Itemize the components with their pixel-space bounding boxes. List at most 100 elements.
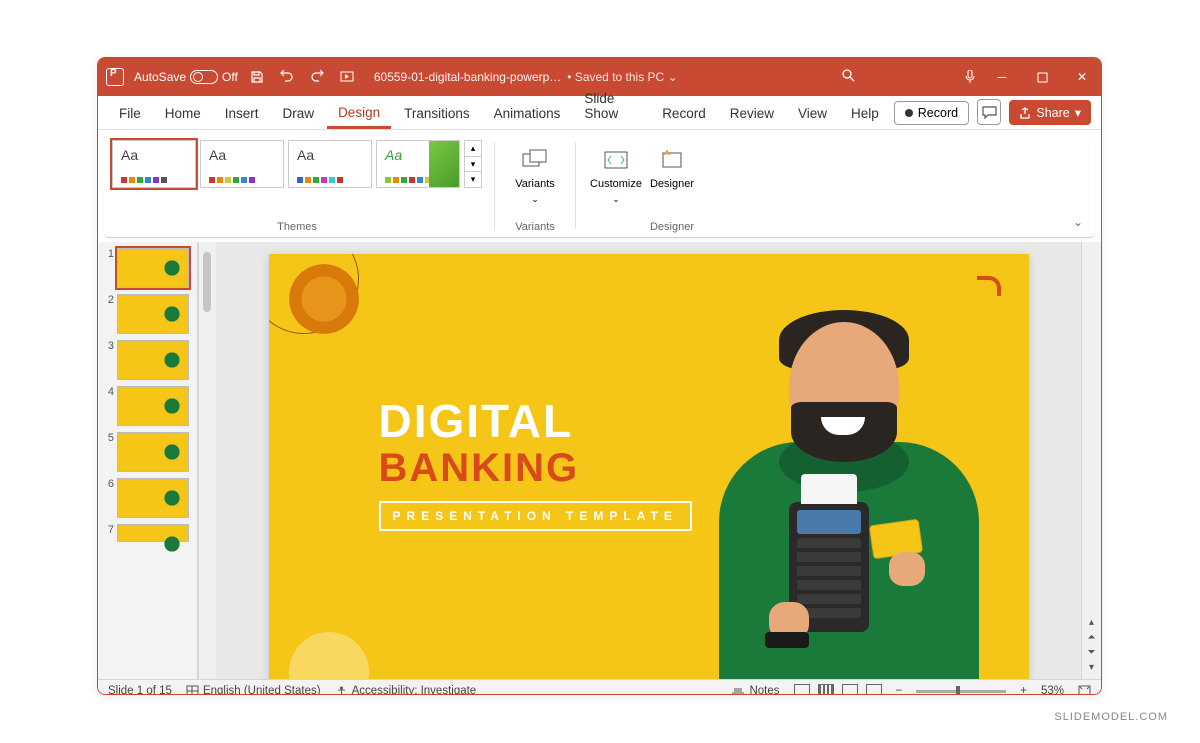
statusbar: Slide 1 of 15 English (United States) Ac… bbox=[98, 679, 1101, 695]
share-icon bbox=[1019, 107, 1031, 119]
reading-view-button[interactable] bbox=[842, 684, 858, 695]
thumb-num-4: 4 bbox=[102, 386, 114, 398]
decoration-yellow-circle bbox=[289, 632, 369, 679]
autosave-toggle[interactable]: AutoSave Off bbox=[134, 70, 238, 84]
thumb-num-1: 1 bbox=[102, 248, 114, 260]
thumb-num-2: 2 bbox=[102, 294, 114, 306]
notes-button[interactable]: Notes bbox=[731, 685, 779, 695]
search-button[interactable] bbox=[841, 68, 859, 86]
comments-button[interactable] bbox=[977, 99, 1001, 125]
language-status[interactable]: English (United States) bbox=[186, 685, 321, 696]
slide-thumb-2[interactable] bbox=[117, 294, 189, 334]
save-status[interactable]: • Saved to this PC ⌄ bbox=[567, 70, 677, 84]
mic-button[interactable] bbox=[959, 66, 981, 88]
start-from-beginning-button[interactable] bbox=[338, 68, 356, 86]
tab-transitions[interactable]: Transitions bbox=[393, 100, 481, 129]
autosave-state: Off bbox=[222, 70, 238, 84]
variants-icon bbox=[521, 146, 549, 174]
normal-view-button[interactable] bbox=[794, 684, 810, 695]
slide-title-block: DIGITAL BANKING PRESENTATION TEMPLATE bbox=[379, 394, 692, 531]
autosave-label: AutoSave bbox=[134, 70, 186, 84]
chevron-down-icon: ⌄ bbox=[668, 70, 678, 84]
slide-counter[interactable]: Slide 1 of 15 bbox=[108, 685, 172, 695]
next-slide-double-button[interactable]: ⏷ bbox=[1088, 647, 1096, 658]
slide-thumb-6[interactable] bbox=[117, 478, 189, 518]
zoom-in-button[interactable]: + bbox=[1020, 685, 1027, 695]
themes-group: Aa Aa Aa Aa ▴ ▾ ▾ Themes bbox=[104, 134, 490, 237]
variants-button[interactable]: Variants⌄ bbox=[507, 140, 563, 205]
ribbon-design: Aa Aa Aa Aa ▴ ▾ ▾ Themes Variants⌄ Varia… bbox=[104, 134, 1095, 238]
theme-thumb-4[interactable]: Aa bbox=[376, 140, 460, 188]
tab-slideshow[interactable]: Slide Show bbox=[573, 85, 649, 129]
maximize-button[interactable] bbox=[1031, 66, 1053, 88]
workspace: 1 2 3 4 5 6 7 DIGITAL BANKING PRESENTATI… bbox=[98, 242, 1101, 679]
zoom-slider[interactable] bbox=[916, 690, 1006, 693]
zoom-out-button[interactable]: − bbox=[896, 685, 903, 695]
undo-button[interactable] bbox=[278, 68, 296, 86]
slide-thumb-1[interactable] bbox=[117, 248, 189, 288]
tab-record[interactable]: Record bbox=[651, 100, 717, 129]
decoration-corner-mark bbox=[977, 276, 1001, 296]
slide-thumb-7[interactable] bbox=[117, 524, 189, 542]
accessibility-status[interactable]: Accessibility: Investigate bbox=[335, 685, 477, 696]
tab-file[interactable]: File bbox=[108, 100, 152, 129]
thumbnails-scrollbar[interactable] bbox=[198, 242, 216, 679]
tab-design[interactable]: Design bbox=[327, 99, 391, 129]
slide-thumb-5[interactable] bbox=[117, 432, 189, 472]
quick-access-toolbar bbox=[248, 68, 356, 86]
close-button[interactable]: ✕ bbox=[1071, 66, 1093, 88]
slide-canvas-area: DIGITAL BANKING PRESENTATION TEMPLATE bbox=[216, 242, 1081, 679]
fit-to-window-button[interactable] bbox=[1078, 685, 1091, 696]
notes-icon bbox=[731, 685, 745, 695]
save-button[interactable] bbox=[248, 68, 266, 86]
redo-button[interactable] bbox=[308, 68, 326, 86]
customize-button[interactable]: Customize⌄ bbox=[588, 140, 644, 205]
collapse-ribbon-button[interactable]: ⌄ bbox=[1073, 215, 1083, 229]
slide-title-line2: BANKING bbox=[379, 446, 692, 491]
document-title: 60559-01-digital-banking-powerp… bbox=[374, 70, 561, 84]
window-controls: ─ ✕ bbox=[991, 66, 1093, 88]
slide-title-line1: DIGITAL bbox=[379, 394, 692, 448]
slide-size-icon bbox=[602, 146, 630, 174]
prev-slide-button[interactable]: ▴ bbox=[1089, 617, 1094, 628]
prev-slide-double-button[interactable]: ⏶ bbox=[1088, 632, 1096, 643]
accessibility-icon bbox=[335, 685, 348, 696]
themes-gallery-arrows: ▴ ▾ ▾ bbox=[464, 140, 482, 188]
toggle-off-icon bbox=[190, 70, 218, 84]
next-slide-button[interactable]: ▾ bbox=[1089, 662, 1094, 673]
tab-draw[interactable]: Draw bbox=[272, 100, 326, 129]
designer-icon bbox=[658, 146, 686, 174]
tab-insert[interactable]: Insert bbox=[214, 100, 270, 129]
view-buttons bbox=[794, 684, 882, 695]
minimize-button[interactable]: ─ bbox=[991, 66, 1013, 88]
slide-sorter-view-button[interactable] bbox=[818, 684, 834, 695]
variants-group: Variants⌄ Variants bbox=[499, 134, 571, 237]
theme-thumb-1[interactable]: Aa bbox=[112, 140, 196, 188]
themes-more-button[interactable]: ▾ bbox=[465, 172, 481, 187]
record-dot-icon bbox=[905, 109, 913, 117]
theme-thumb-2[interactable]: Aa bbox=[200, 140, 284, 188]
theme-thumb-3[interactable]: Aa bbox=[288, 140, 372, 188]
customize-designer-group: Customize⌄ Designer Designer bbox=[580, 134, 708, 237]
tab-animations[interactable]: Animations bbox=[483, 100, 572, 129]
slide-thumbnails-panel: 1 2 3 4 5 6 7 bbox=[98, 242, 198, 679]
tab-review[interactable]: Review bbox=[719, 100, 785, 129]
tab-help[interactable]: Help bbox=[840, 100, 890, 129]
themes-up-button[interactable]: ▴ bbox=[465, 141, 481, 157]
themes-down-button[interactable]: ▾ bbox=[465, 157, 481, 173]
zoom-level[interactable]: 53% bbox=[1041, 685, 1064, 695]
tab-view[interactable]: View bbox=[787, 100, 838, 129]
slideshow-view-button[interactable] bbox=[866, 684, 882, 695]
canvas-scrollbar[interactable]: ▴ ⏶ ⏷ ▾ bbox=[1081, 242, 1101, 679]
slide-canvas[interactable]: DIGITAL BANKING PRESENTATION TEMPLATE bbox=[269, 254, 1029, 679]
tab-home[interactable]: Home bbox=[154, 100, 212, 129]
slide-thumb-4[interactable] bbox=[117, 386, 189, 426]
thumb-num-7: 7 bbox=[102, 524, 114, 536]
slide-thumb-3[interactable] bbox=[117, 340, 189, 380]
thumb-num-3: 3 bbox=[102, 340, 114, 352]
language-icon bbox=[186, 685, 199, 696]
share-button[interactable]: Share▾ bbox=[1009, 100, 1091, 125]
designer-button[interactable]: Designer bbox=[644, 140, 700, 190]
themes-label: Themes bbox=[277, 221, 317, 235]
record-button[interactable]: Record bbox=[894, 101, 969, 125]
